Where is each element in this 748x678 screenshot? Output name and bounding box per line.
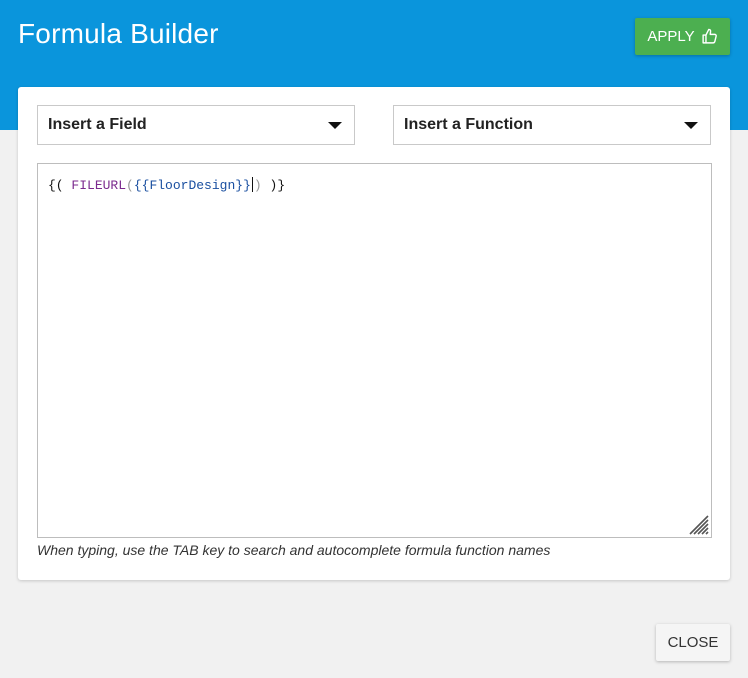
token-close-outer: )}: [269, 178, 286, 193]
page-title: Formula Builder: [18, 18, 219, 49]
token-open-outer: {(: [48, 178, 64, 193]
apply-label: APPLY: [647, 28, 695, 45]
token-open-paren: (: [126, 178, 134, 193]
insert-field-label: Insert a Field: [48, 116, 147, 133]
insert-function-select[interactable]: Insert a Function: [393, 105, 711, 145]
formula-card: Insert a Field Insert a Function {( FILE…: [18, 87, 730, 580]
chevron-down-icon: [328, 122, 342, 129]
token-function-name: FILEURL: [71, 178, 127, 193]
thumbs-up-icon: [701, 28, 718, 45]
editor-hint: When typing, use the TAB key to search a…: [37, 542, 551, 558]
token-close-paren: ): [253, 178, 262, 193]
chevron-down-icon: [684, 122, 698, 129]
token-field-close: }}: [235, 178, 251, 193]
insert-field-select[interactable]: Insert a Field: [37, 105, 355, 145]
text-cursor: [251, 177, 253, 192]
apply-button[interactable]: APPLY: [635, 18, 730, 55]
formula-editor[interactable]: {( FILEURL({{FloorDesign}}) )}: [37, 163, 712, 538]
insert-function-label: Insert a Function: [404, 116, 533, 133]
token-field-name: FloorDesign: [149, 178, 236, 193]
resize-handle-icon[interactable]: [689, 515, 709, 535]
token-field-open: {{: [133, 178, 150, 193]
close-button[interactable]: CLOSE: [656, 624, 730, 661]
